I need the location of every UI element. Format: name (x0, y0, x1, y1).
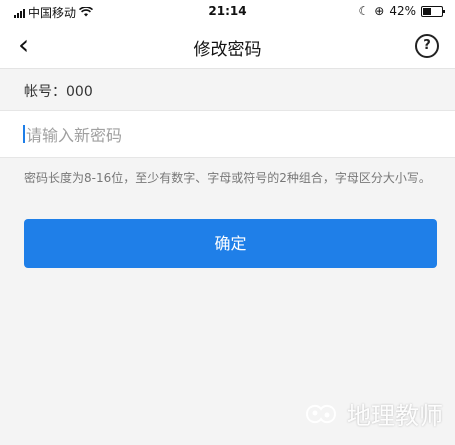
account-label: 帐号：000 (24, 84, 93, 100)
text-caret (23, 125, 25, 143)
page-title: 修改密码 (193, 40, 262, 60)
battery-fill (423, 7, 431, 15)
confirm-button[interactable]: 确定 (24, 219, 437, 268)
status-right: ☾ ⊕ 42% (358, 4, 445, 18)
account-row: 帐号：000 (0, 68, 455, 111)
question-icon: ? (423, 38, 431, 53)
password-rule-hint: 密码长度为8-16位，至少有数字、字母或符号的2种组合，字母区分大小写。 (24, 171, 431, 185)
password-input-row (0, 110, 455, 158)
watermark: 地理教师 (301, 396, 443, 431)
new-password-input[interactable] (24, 120, 438, 150)
battery-icon (421, 5, 445, 17)
watermark-logo-icon (305, 404, 337, 423)
nav-bar: ‹ 修改密码 ? (0, 24, 455, 68)
orientation-lock-icon: ⊕ (374, 4, 385, 18)
status-bar: 中国移动 21:14 ☾ ⊕ 42% (0, 0, 455, 24)
moon-icon: ☾ (358, 4, 370, 18)
battery-percent: 42% (389, 4, 416, 18)
watermark-text: 地理教师 (347, 402, 443, 430)
help-button[interactable]: ? (415, 34, 439, 58)
